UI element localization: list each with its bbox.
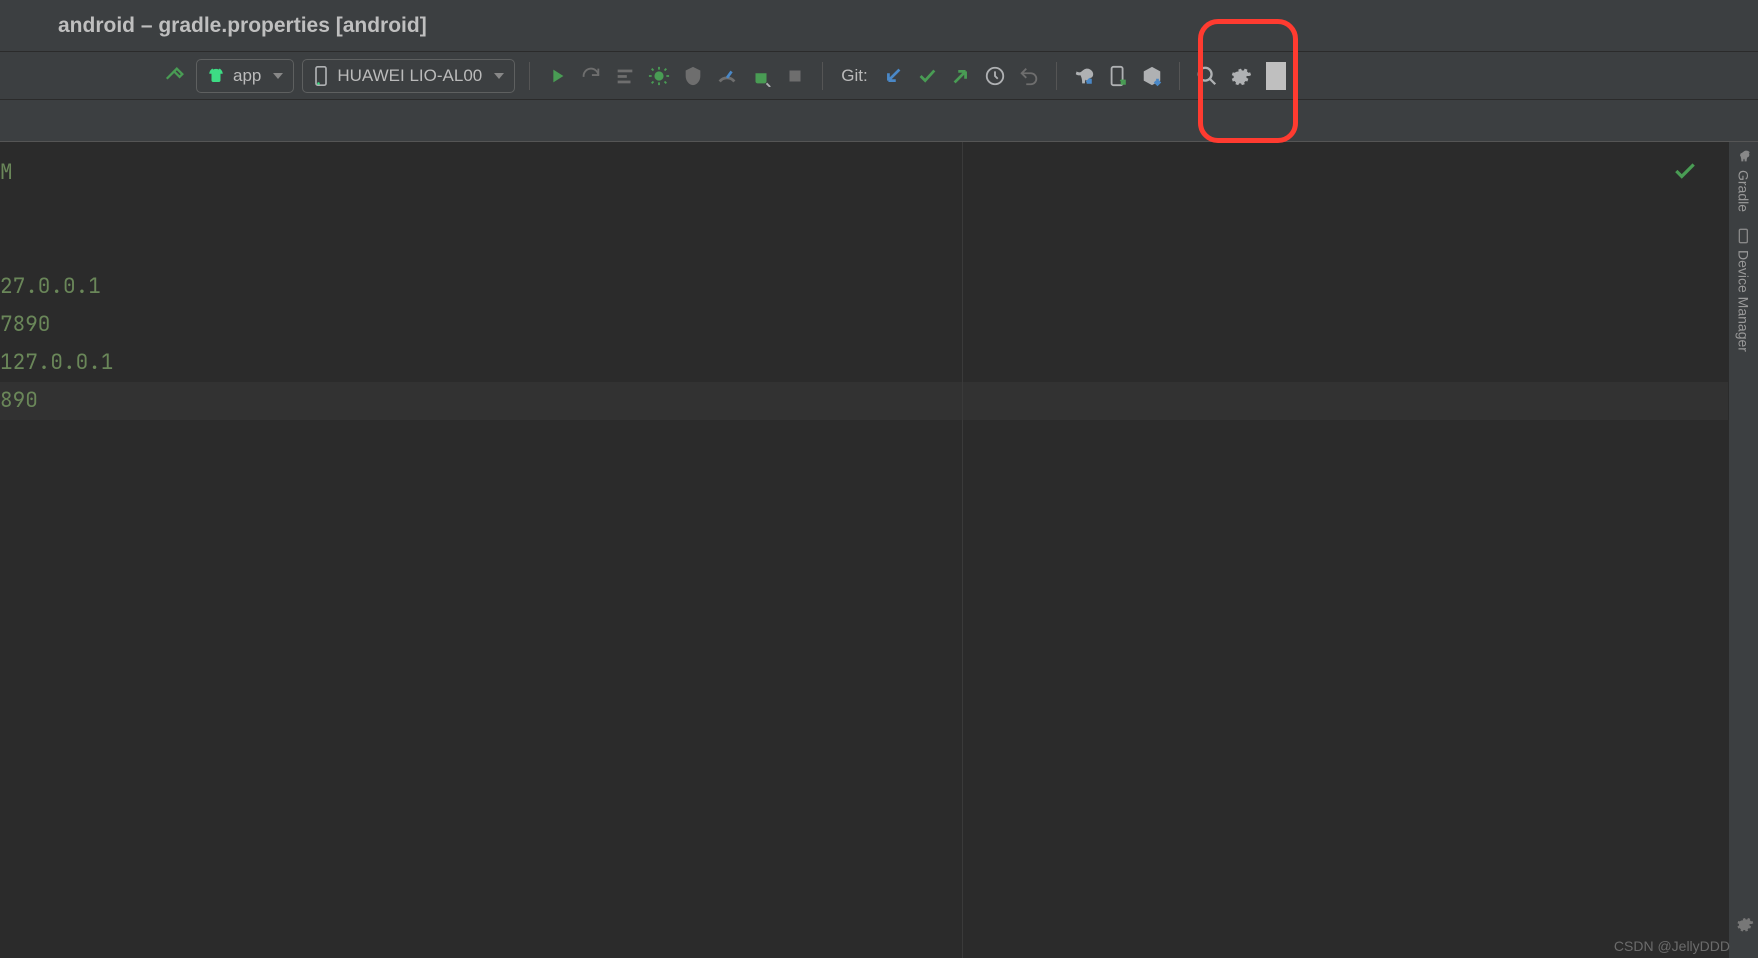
build-hammer-icon[interactable] [162,63,188,89]
profiler-icon[interactable] [714,63,740,89]
watermark-text: CSDN @JellyDDD [1614,938,1730,954]
toolbar-separator [529,62,530,90]
apply-code-changes-icon[interactable] [612,63,638,89]
git-history-icon[interactable] [982,63,1008,89]
code-editor[interactable]: M 27.0.0.1 7890 127.0.0.1 890 [0,142,1728,958]
code-line: M [0,154,1728,192]
device-manager-tool-tab[interactable]: Device Manager [1736,228,1752,352]
chevron-down-icon [273,73,283,79]
git-push-icon[interactable] [948,63,974,89]
code-line: 7890 [0,306,1728,344]
right-tool-stripe: Gradle Device Manager [1728,142,1758,958]
stop-icon[interactable] [782,63,808,89]
account-avatar[interactable] [1266,62,1286,90]
avd-manager-icon[interactable] [1105,63,1131,89]
git-update-icon[interactable] [880,63,906,89]
device-manager-tab-label: Device Manager [1736,250,1752,352]
debug-icon[interactable] [646,63,672,89]
gradle-tab-label: Gradle [1736,170,1752,212]
code-line [0,192,1728,230]
navigation-bar [0,100,1758,142]
toolbar-separator [1056,62,1057,90]
apply-changes-restart-icon[interactable] [578,63,604,89]
run-icon[interactable] [544,63,570,89]
sdk-manager-icon[interactable] [1139,63,1165,89]
settings-gear-icon[interactable] [1228,63,1254,89]
code-line: 27.0.0.1 [0,268,1728,306]
device-label: HUAWEI LIO-AL00 [337,66,482,86]
window-titlebar: android – gradle.properties [android] [0,0,1758,52]
phone-icon [313,66,329,86]
run-configuration-selector[interactable]: app [196,59,294,93]
git-label: Git: [841,66,867,86]
android-icon [207,67,225,85]
code-line: 890 [0,382,1728,420]
inspection-ok-icon[interactable] [1672,158,1698,197]
status-gear-icon[interactable] [1736,915,1754,938]
search-everywhere-icon[interactable] [1194,63,1220,89]
git-commit-icon[interactable] [914,63,940,89]
window-title: android – gradle.properties [android] [58,14,427,38]
app-inspection-icon[interactable] [748,63,774,89]
main-toolbar: app HUAWEI LIO-AL00 Git: [0,52,1758,100]
right-margin-guide [962,142,963,958]
code-line: 127.0.0.1 [0,344,1728,382]
gradle-tool-tab[interactable]: Gradle [1736,148,1752,212]
coverage-icon[interactable] [680,63,706,89]
chevron-down-icon [494,73,504,79]
toolbar-separator [1179,62,1180,90]
code-line [0,230,1728,268]
git-rollback-icon[interactable] [1016,63,1042,89]
run-configuration-label: app [233,66,261,86]
device-selector[interactable]: HUAWEI LIO-AL00 [302,59,515,93]
toolbar-separator [822,62,823,90]
sync-gradle-icon[interactable] [1071,63,1097,89]
